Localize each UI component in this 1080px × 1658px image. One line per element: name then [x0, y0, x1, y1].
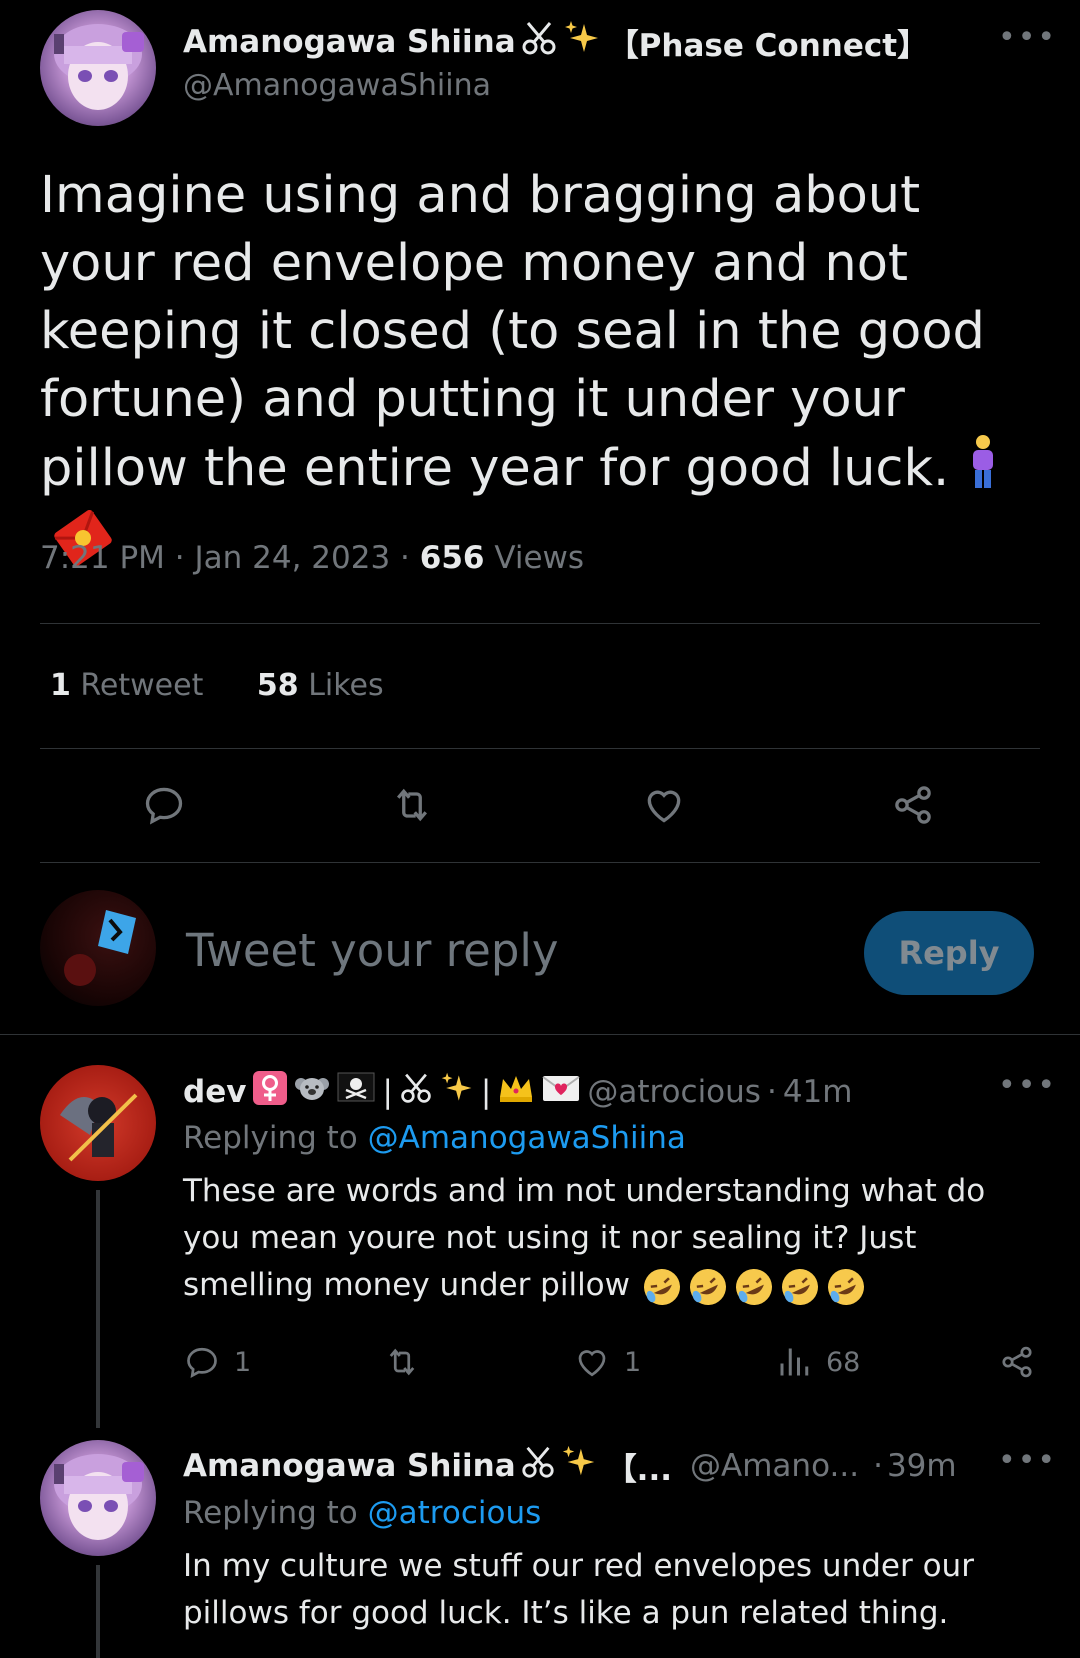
divider: [40, 623, 1040, 624]
author-avatar[interactable]: [40, 1440, 156, 1556]
retweets-stat[interactable]: 1 Retweet: [50, 668, 213, 703]
like-action-button[interactable]: 1: [574, 1344, 641, 1380]
sparkles-icon: [439, 1070, 475, 1114]
author-handle[interactable]: @AmanogawaShiina: [183, 68, 491, 103]
reply-input[interactable]: Tweet your reply: [186, 924, 559, 977]
like-count: 1: [624, 1346, 642, 1378]
retweets-count: 1: [50, 668, 71, 703]
views-count: 656: [419, 540, 485, 576]
heart-icon: [647, 790, 681, 823]
share-action-button[interactable]: [891, 783, 935, 827]
tweet-meta: 7:21 PM · Jan 24, 2023 · 656 Views: [40, 540, 584, 576]
share-icon: [895, 786, 931, 824]
reply-action-button[interactable]: [142, 783, 186, 827]
views-label: Views: [494, 540, 585, 576]
reply-icon: [187, 1347, 217, 1378]
thread-line: [96, 1190, 100, 1428]
scissors-icon: [399, 1071, 433, 1113]
like-action-button[interactable]: [642, 783, 686, 827]
author-suffix: 【...: [605, 1451, 673, 1488]
scissors-icon: [520, 1444, 556, 1488]
rofl-icon: [735, 1268, 772, 1305]
views-count: 68: [826, 1346, 861, 1378]
retweet-action-button[interactable]: [384, 1344, 420, 1380]
replying-to: Replying to @AmanogawaShiina: [183, 1120, 686, 1156]
likes-count: 58: [256, 668, 299, 703]
author-suffix: 【Phase Connect】: [607, 27, 929, 64]
share-icon: [1002, 1346, 1032, 1378]
crown-icon: [497, 1071, 535, 1113]
author-name-line[interactable]: Amanogawa Shiina 【Phase Connect】: [183, 18, 928, 66]
divider: [40, 862, 1040, 863]
reply-action-button[interactable]: 1: [184, 1344, 251, 1380]
replying-to-handle[interactable]: @AmanogawaShiina: [368, 1120, 686, 1156]
reply-time[interactable]: 41m: [783, 1074, 853, 1110]
rofl-icon: [781, 1268, 818, 1305]
author-name[interactable]: Amanogawa Shiina: [183, 1448, 516, 1484]
replying-to-handle[interactable]: @atrocious: [368, 1495, 542, 1531]
female-sign-icon: [252, 1070, 288, 1114]
likes-label: Likes: [308, 668, 384, 703]
divider: [0, 1034, 1080, 1035]
tweet-date[interactable]: Jan 24, 2023: [195, 540, 391, 576]
reply-time[interactable]: 39m: [887, 1448, 957, 1484]
meta-separator: ·: [174, 540, 185, 576]
meta-separator: ·: [873, 1448, 883, 1484]
reply-header: dev | | @atrocious · 41m: [183, 1070, 852, 1114]
tweet-stats: 1 Retweet 58 Likes: [50, 668, 384, 703]
retweets-label: Retweet: [80, 668, 204, 703]
tweet-text-content: Imagine using and bragging about your re…: [40, 166, 985, 498]
reply-icon: [145, 787, 183, 825]
meta-separator: ·: [400, 540, 410, 576]
tweet-text: Imagine using and bragging about your re…: [40, 162, 1040, 586]
rofl-icon: [689, 1268, 726, 1305]
views-action-button[interactable]: 68: [776, 1344, 860, 1380]
divider: [40, 748, 1040, 749]
meta-separator: ·: [766, 1074, 777, 1110]
author-tags: | |: [382, 1070, 581, 1114]
reply-header: Amanogawa Shiina 【... @Amano... · 39m: [183, 1443, 957, 1489]
more-options-icon[interactable]: •••: [998, 1071, 1057, 1101]
author-avatar[interactable]: [40, 1065, 156, 1181]
more-options-icon[interactable]: •••: [998, 23, 1057, 53]
person-standing-icon: [965, 434, 1001, 508]
author-avatar[interactable]: [40, 10, 156, 126]
retweet-icon: [389, 1348, 415, 1376]
views-chart-icon: [780, 1348, 809, 1376]
love-letter-icon: [541, 1071, 581, 1113]
koala-icon: [294, 1070, 330, 1114]
share-action-button[interactable]: [999, 1344, 1035, 1380]
reply-button[interactable]: Reply: [864, 911, 1034, 995]
author-name[interactable]: dev: [183, 1074, 246, 1110]
replying-to: Replying to @atrocious: [183, 1495, 541, 1531]
sparkles-icon: [560, 1443, 598, 1489]
author-handle[interactable]: @Amano...: [690, 1448, 859, 1484]
replying-to-prefix: Replying to: [183, 1495, 358, 1531]
author-handle[interactable]: @atrocious: [587, 1074, 761, 1110]
retweet-action-button[interactable]: [390, 783, 434, 827]
replying-to-prefix: Replying to: [183, 1120, 358, 1156]
heart-icon: [578, 1350, 606, 1377]
pirate-flag-icon: [336, 1070, 376, 1114]
rofl-icon: [643, 1268, 680, 1305]
likes-stat[interactable]: 58 Likes: [257, 668, 384, 703]
scissors-icon: [520, 19, 558, 65]
more-options-icon[interactable]: •••: [998, 1446, 1057, 1476]
sparkles-icon: [562, 18, 602, 66]
rofl-icon: [827, 1268, 864, 1305]
current-user-avatar[interactable]: [40, 890, 156, 1006]
retweet-icon: [396, 788, 428, 822]
reply-text: In my culture we stuff our red envelopes…: [183, 1548, 974, 1631]
rofl-emoji-row: [640, 1265, 868, 1309]
reply-text: These are words and im not understanding…: [183, 1168, 1023, 1309]
reply-count: 1: [234, 1346, 252, 1378]
thread-line: [96, 1565, 100, 1658]
author-name[interactable]: Amanogawa Shiina: [183, 24, 516, 60]
tweet-time[interactable]: 7:21 PM: [40, 540, 165, 576]
